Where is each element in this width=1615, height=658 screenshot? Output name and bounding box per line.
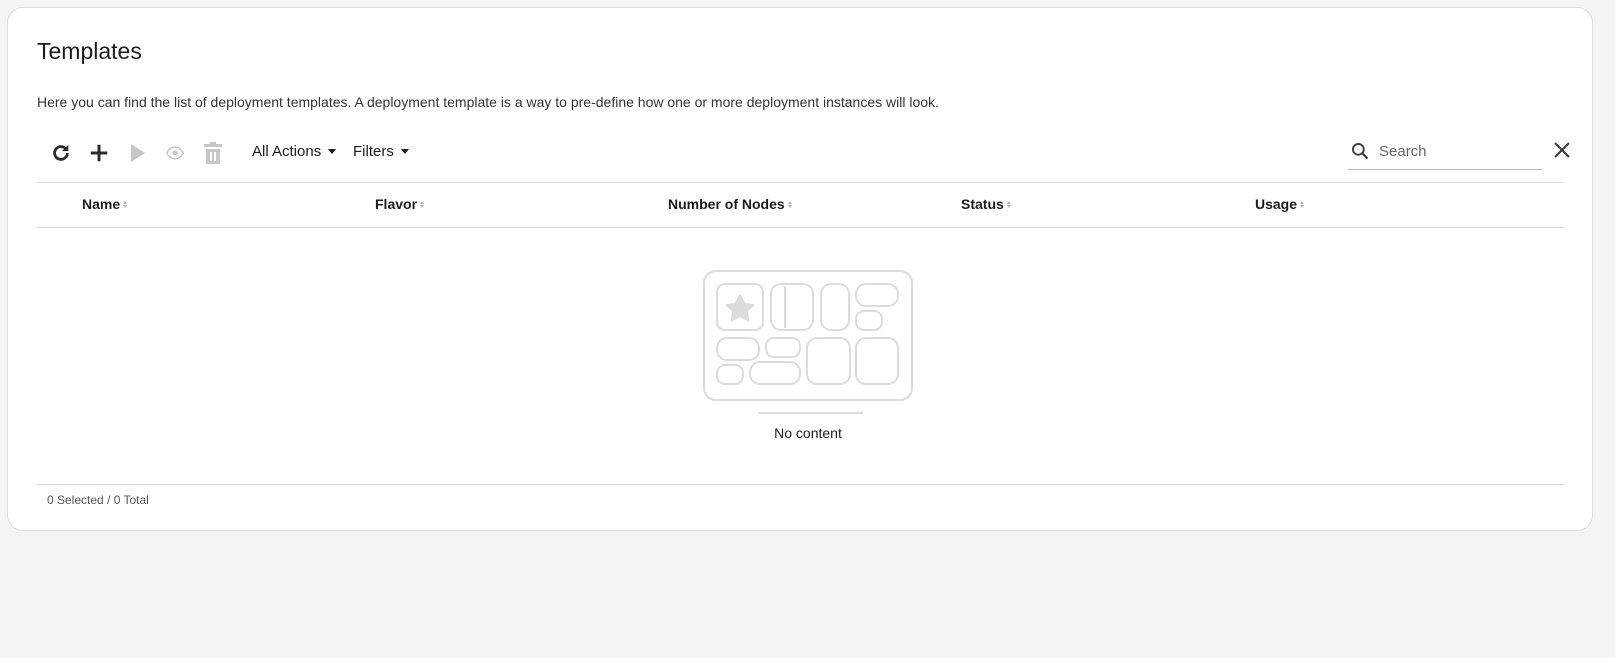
column-header-usage[interactable]: Usage <box>1255 196 1305 212</box>
page-description: Here you can find the list of deployment… <box>37 94 939 110</box>
sort-icon <box>420 200 425 208</box>
refresh-button[interactable] <box>46 138 76 168</box>
sort-icon <box>1006 200 1011 208</box>
selection-summary: 0 Selected / 0 Total <box>47 493 149 507</box>
filters-dropdown[interactable]: Filters <box>353 143 409 160</box>
all-actions-dropdown[interactable]: All Actions <box>252 143 337 160</box>
column-header-status[interactable]: Status <box>961 196 1011 212</box>
chevron-down-icon <box>400 149 409 154</box>
column-header-label: Status <box>961 196 1004 212</box>
eye-icon <box>165 146 185 160</box>
empty-state-illustration <box>703 270 913 414</box>
close-icon <box>1554 142 1570 158</box>
trash-icon <box>204 142 222 164</box>
filters-label: Filters <box>353 143 394 160</box>
search-icon <box>1352 143 1369 160</box>
page-title: Templates <box>37 38 142 64</box>
column-header-label: Flavor <box>375 196 418 212</box>
column-header-label: Usage <box>1255 196 1298 212</box>
column-header-number-of-nodes[interactable]: Number of Nodes <box>668 196 792 212</box>
clear-search-button[interactable] <box>1549 137 1575 163</box>
templates-card: Templates Here you can find the list of … <box>7 7 1593 531</box>
all-actions-label: All Actions <box>252 143 322 160</box>
chevron-down-icon <box>328 149 337 154</box>
column-header-label: Name <box>82 196 121 212</box>
view-button[interactable] <box>160 138 190 168</box>
deploy-button[interactable] <box>122 138 152 168</box>
table-footer: 0 Selected / 0 Total <box>37 484 1564 507</box>
sort-icon <box>787 200 792 208</box>
column-header-label: Number of Nodes <box>668 196 785 212</box>
search-input[interactable] <box>1377 141 1531 161</box>
column-header-name[interactable]: Name <box>82 196 128 212</box>
add-button[interactable] <box>84 138 114 168</box>
play-icon <box>131 144 145 162</box>
delete-button[interactable] <box>198 138 228 168</box>
empty-state-text: No content <box>774 425 842 441</box>
toolbar: All Actions Filters <box>37 133 1570 175</box>
sort-icon <box>123 200 128 208</box>
add-icon <box>90 144 108 162</box>
refresh-icon <box>53 144 69 161</box>
column-header-flavor[interactable]: Flavor <box>375 196 425 212</box>
table-header: Name Flavor Number of Nodes Status Usage <box>37 182 1564 228</box>
sort-icon <box>1300 200 1305 208</box>
search-box <box>1348 133 1542 170</box>
